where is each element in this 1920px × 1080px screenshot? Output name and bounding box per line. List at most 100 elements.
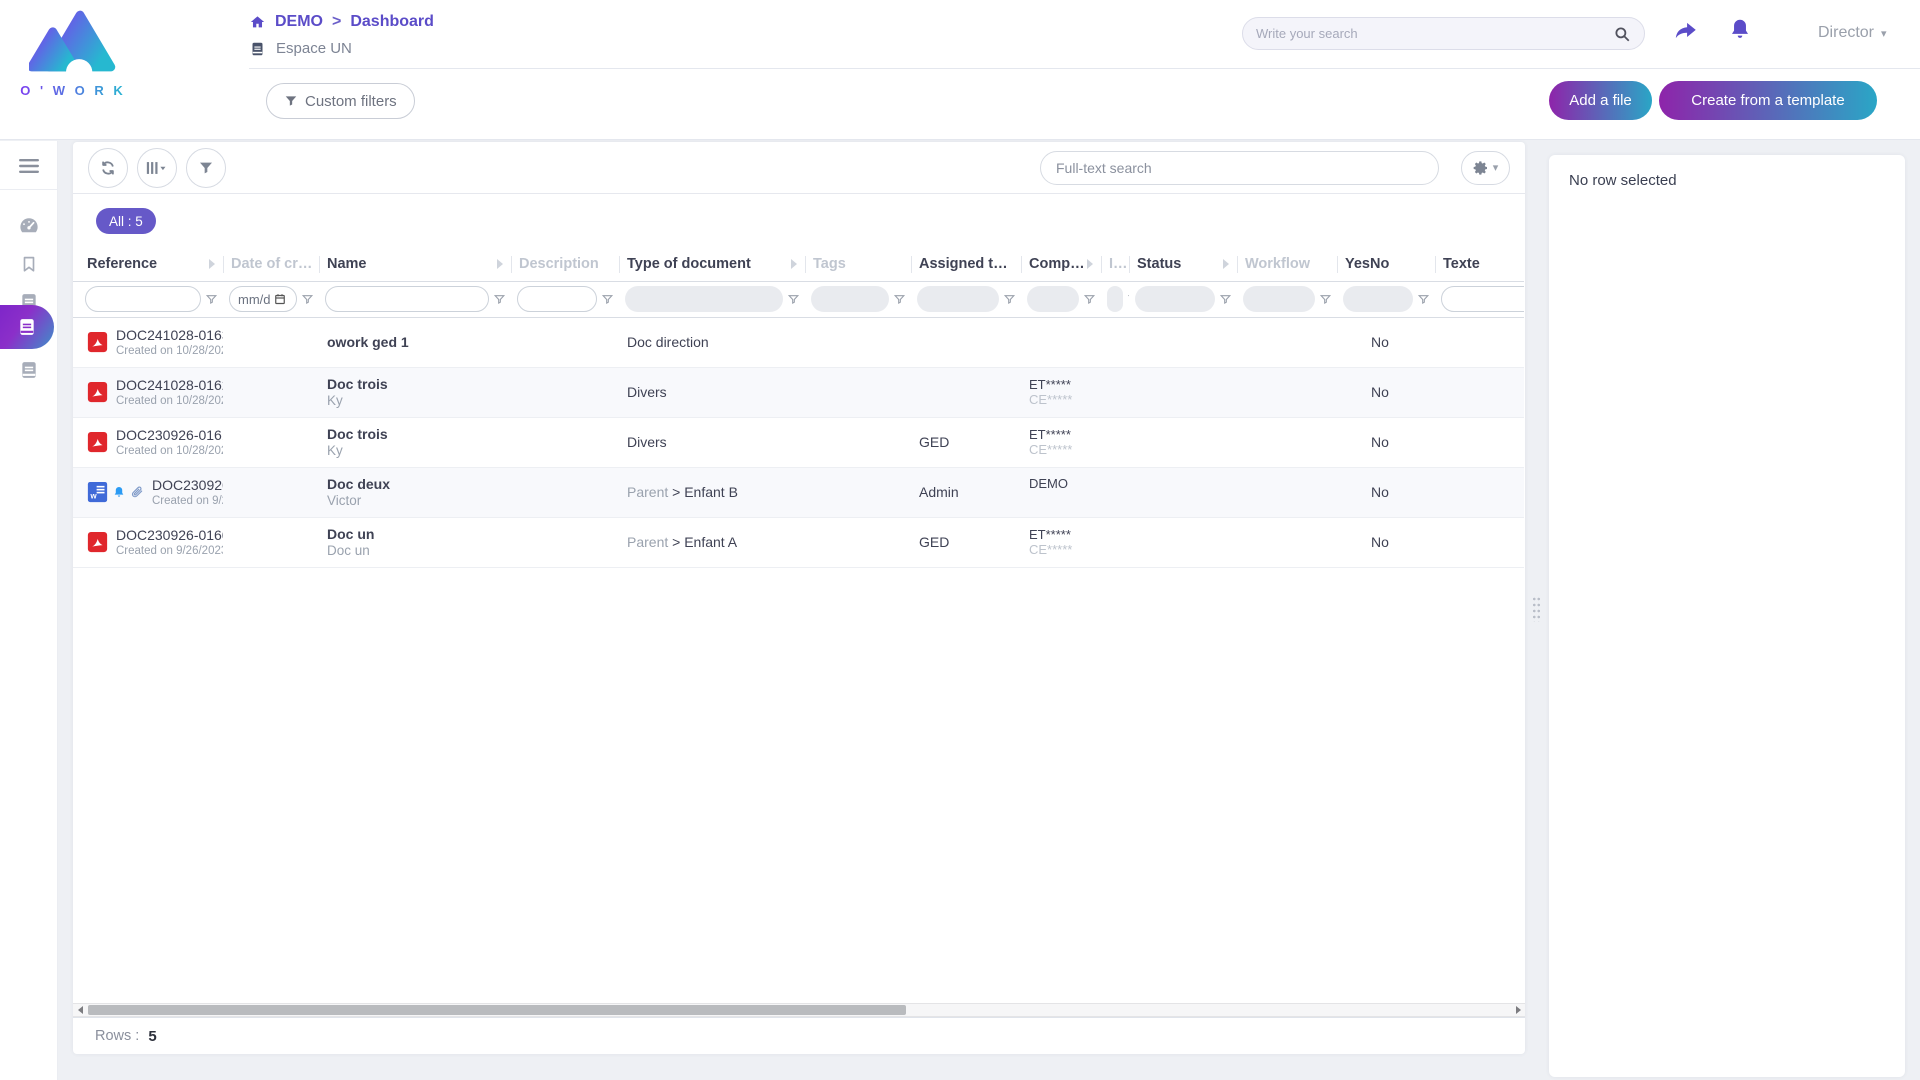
share-button[interactable] <box>1672 18 1700 44</box>
filter-status-disabled <box>1135 286 1215 312</box>
dashboard-gauge-icon <box>18 216 40 236</box>
filter-name-input[interactable] <box>334 292 480 307</box>
scrollbar-thumb[interactable] <box>88 1005 906 1015</box>
col-header-i[interactable]: I… <box>1101 248 1129 281</box>
funnel-icon[interactable] <box>205 293 218 306</box>
rows-label: Rows : <box>95 1028 139 1044</box>
filter-description-input[interactable] <box>526 292 588 307</box>
sidebar-item-ged-active[interactable] <box>0 305 54 349</box>
table-row[interactable]: DOC241028-01635-0Created on 10/28/2024 1… <box>73 317 1524 367</box>
header-divider <box>249 68 1920 69</box>
columns-button[interactable] <box>137 148 177 188</box>
documents-grid-card: ▾ All : 5 Reference Date of cr… Name Des… <box>73 142 1525 1054</box>
table-row[interactable]: w DOC230926-01609-0Created on 9/26/2023 … <box>73 467 1524 517</box>
rows-count: 5 <box>148 1028 156 1045</box>
filter-reference-input[interactable] <box>94 292 192 307</box>
sort-arrow-icon <box>1087 259 1093 269</box>
filter-workflow-disabled <box>1243 286 1315 312</box>
col-header-texte[interactable]: Texte <box>1435 248 1524 281</box>
bookmark-icon <box>20 254 38 274</box>
global-search <box>1242 17 1645 50</box>
col-header-description[interactable]: Description <box>511 248 619 281</box>
refresh-button[interactable] <box>88 148 128 188</box>
funnel-icon[interactable] <box>301 293 314 306</box>
filter-row: mm/d <box>73 281 1524 317</box>
filter-i-disabled <box>1107 286 1123 312</box>
col-header-type[interactable]: Type of document <box>619 248 805 281</box>
col-header-date[interactable]: Date of cr… <box>223 248 319 281</box>
col-header-tags[interactable]: Tags <box>805 248 911 281</box>
col-header-workflow[interactable]: Workflow <box>1237 248 1337 281</box>
col-header-name[interactable]: Name <box>319 248 511 281</box>
book-icon <box>250 41 265 57</box>
create-from-template-button[interactable]: Create from a template <box>1659 81 1877 120</box>
panel-resize-handle[interactable] <box>1532 596 1541 622</box>
scroll-right-arrow[interactable] <box>1511 1004 1525 1016</box>
breadcrumb-page[interactable]: Dashboard <box>350 13 434 31</box>
bell-icon <box>1727 16 1753 44</box>
sidebar-item-bookmarks[interactable] <box>0 245 58 283</box>
chevron-down-icon: ▾ <box>1493 161 1499 174</box>
grid-toolbar: ▾ <box>73 142 1525 194</box>
table-row[interactable]: DOC230926-01608-0Created on 9/26/2023 3:… <box>73 517 1524 567</box>
funnel-icon[interactable] <box>1127 293 1129 306</box>
col-header-company[interactable]: Comp… <box>1021 248 1101 281</box>
funnel-icon[interactable] <box>787 293 800 306</box>
funnel-icon[interactable] <box>1319 293 1332 306</box>
funnel-icon[interactable] <box>493 293 506 306</box>
custom-filters-button[interactable]: Custom filters <box>266 83 415 119</box>
funnel-icon[interactable] <box>1219 293 1232 306</box>
sidebar-item-archives[interactable] <box>0 351 58 389</box>
notifications-button[interactable] <box>1727 16 1753 44</box>
chevron-down-icon: ▾ <box>1881 27 1887 40</box>
breadcrumb-site[interactable]: DEMO <box>275 13 323 31</box>
journal-active-icon <box>17 317 37 337</box>
breadcrumb-separator: > <box>332 13 341 31</box>
add-file-button[interactable]: Add a file <box>1549 81 1652 120</box>
sidebar-divider <box>0 189 58 190</box>
tab-all-count[interactable]: All : 5 <box>96 208 156 234</box>
funnel-icon[interactable] <box>1083 293 1096 306</box>
funnel-icon[interactable] <box>1417 293 1430 306</box>
col-header-reference[interactable]: Reference <box>73 248 223 281</box>
filter-button[interactable] <box>186 148 226 188</box>
table-row[interactable]: DOC241028-01627-0Created on 10/28/2024 1… <box>73 367 1524 417</box>
columns-icon <box>146 160 168 176</box>
sort-arrow-icon <box>1223 259 1229 269</box>
funnel-icon[interactable] <box>601 293 614 306</box>
funnel-icon[interactable] <box>893 293 906 306</box>
fulltext-search <box>1040 151 1439 185</box>
horizontal-scrollbar[interactable] <box>73 1003 1525 1017</box>
calendar-icon <box>274 293 286 305</box>
funnel-icon[interactable] <box>1003 293 1016 306</box>
col-header-status[interactable]: Status <box>1129 248 1237 281</box>
filter-texte-input[interactable] <box>1450 292 1524 307</box>
scroll-left-arrow[interactable] <box>73 1004 87 1016</box>
funnel-icon <box>198 160 214 176</box>
pdf-file-icon <box>87 530 108 554</box>
share-icon <box>1672 18 1700 44</box>
pdf-file-icon <box>87 380 108 404</box>
no-row-selected-text: No row selected <box>1569 172 1885 189</box>
grid-empty-area <box>73 568 1525 1004</box>
filter-date-input[interactable]: mm/d <box>229 286 297 312</box>
custom-filters-label: Custom filters <box>305 93 397 110</box>
user-role-dropdown[interactable]: Director ▾ <box>1818 24 1887 42</box>
table-row[interactable]: DOC230926-01610-3Created on 10/28/2024 1… <box>73 417 1524 467</box>
user-role-label: Director <box>1818 24 1874 42</box>
sidebar-item-dashboard[interactable] <box>0 207 58 245</box>
col-header-assigned[interactable]: Assigned t… <box>911 248 1021 281</box>
global-search-input[interactable] <box>1256 26 1613 41</box>
filter-assigned-disabled <box>917 286 999 312</box>
app-logo[interactable]: O ' W O R K <box>18 8 128 98</box>
paperclip-icon <box>130 485 144 500</box>
col-header-yesno[interactable]: YesNo <box>1337 248 1435 281</box>
gear-icon <box>1473 160 1489 176</box>
space-name[interactable]: Espace UN <box>276 40 352 57</box>
fulltext-search-input[interactable] <box>1056 160 1423 176</box>
grid-settings-button[interactable]: ▾ <box>1461 151 1510 185</box>
journal-icon <box>19 360 39 380</box>
sidebar-menu-toggle[interactable] <box>0 145 58 187</box>
refresh-icon <box>99 159 117 177</box>
search-icon[interactable] <box>1613 25 1631 43</box>
